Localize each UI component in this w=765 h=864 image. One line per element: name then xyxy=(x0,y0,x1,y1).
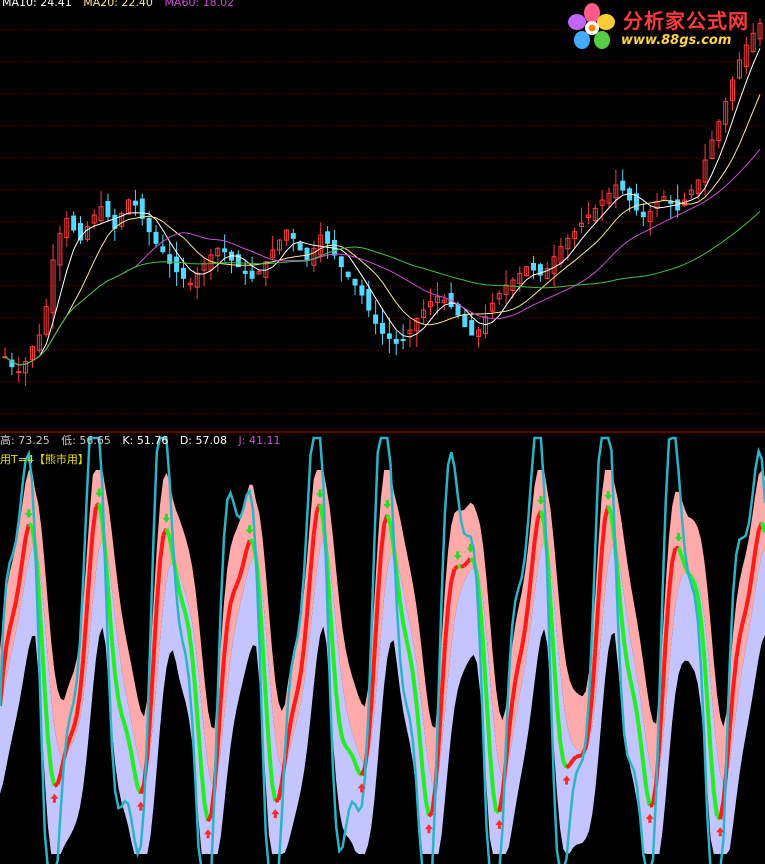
candle-body xyxy=(455,303,461,316)
candle-body xyxy=(160,246,166,253)
price-panel xyxy=(2,18,763,386)
logo-title: 分析家公式网 xyxy=(623,9,749,33)
candle-body xyxy=(71,215,77,231)
candle-body xyxy=(352,278,358,286)
candle-body xyxy=(304,247,310,261)
candle-body xyxy=(290,233,296,239)
kd-ribbon-segment xyxy=(462,560,469,568)
kd-ribbon-segment xyxy=(565,763,571,770)
candle-body xyxy=(531,262,536,271)
high-value: 高: 73.25 xyxy=(0,434,50,447)
candle-body xyxy=(345,271,351,278)
candle-body xyxy=(180,267,186,279)
k-value: K: 51.76 xyxy=(122,434,169,447)
candle-body xyxy=(359,285,365,296)
candle-body xyxy=(400,339,406,342)
ma10-value: MA10: 24.41 xyxy=(2,0,72,9)
kd-ribbon-segment xyxy=(571,755,578,762)
kd-ribbon-segment xyxy=(649,803,654,808)
kd-ribbon-segment xyxy=(575,754,580,759)
candle-body xyxy=(222,248,228,253)
low-value: 低: 56.65 xyxy=(61,434,111,447)
candle-body xyxy=(249,270,255,279)
kd-ribbon-segment xyxy=(53,782,59,788)
candle-body xyxy=(366,289,372,311)
ma-legend: MA10: 24.41 MA20: 22.40 MA60: 18.02 xyxy=(2,0,242,9)
logo-url: www.88gs.com xyxy=(621,33,732,48)
kd-ribbon-segment xyxy=(274,797,280,803)
flower-logo-icon xyxy=(568,3,615,49)
candle-body xyxy=(325,231,331,244)
candle-body xyxy=(462,314,468,328)
kd-ribbon-segment xyxy=(457,564,462,569)
kd-ribbon-segment xyxy=(347,749,354,757)
candle-body xyxy=(297,242,303,251)
j-value: J: 41.11 xyxy=(238,434,281,447)
candle-body xyxy=(620,180,626,191)
kd-ribbon-segment xyxy=(453,564,460,571)
candle-body xyxy=(668,200,674,204)
kd-ribbon-segment xyxy=(469,557,475,563)
indicator-panel xyxy=(0,436,765,864)
candle-body xyxy=(242,270,248,274)
mode-label: 用T=4【熊市用】 xyxy=(0,453,89,466)
candle-body xyxy=(16,371,22,374)
candle-body xyxy=(78,223,83,241)
indicator-legend: 高: 73.25 低: 56.65 K: 51.76 D: 57.08 J: 4… xyxy=(0,432,288,448)
candle-body xyxy=(386,333,392,339)
candle-body xyxy=(338,256,344,268)
kd-ribbon-segment xyxy=(344,745,351,752)
candle-body xyxy=(153,231,159,244)
candle-body xyxy=(393,338,399,344)
candle-body xyxy=(132,200,138,206)
candle-body xyxy=(373,314,379,324)
d-value: D: 57.08 xyxy=(179,434,227,447)
candle-body xyxy=(640,211,646,218)
site-logo: 分析家公式网 www.88gs.com xyxy=(565,2,763,54)
ma20-value: MA20: 22.40 xyxy=(83,0,153,9)
candle-body xyxy=(139,198,145,219)
candle-body xyxy=(174,256,180,273)
kd-ribbon-segment xyxy=(27,522,33,528)
ma60-value: MA60: 18.02 xyxy=(164,0,235,9)
kd-ribbon-segment xyxy=(460,563,465,569)
kd-ribbon-segment xyxy=(427,811,434,818)
candle-body xyxy=(469,320,475,336)
kd-ribbon-segment xyxy=(568,758,575,767)
candle-body xyxy=(105,201,111,218)
candle-body xyxy=(380,322,385,334)
candle-body xyxy=(146,217,152,233)
kd-ribbon-segment xyxy=(249,538,254,544)
